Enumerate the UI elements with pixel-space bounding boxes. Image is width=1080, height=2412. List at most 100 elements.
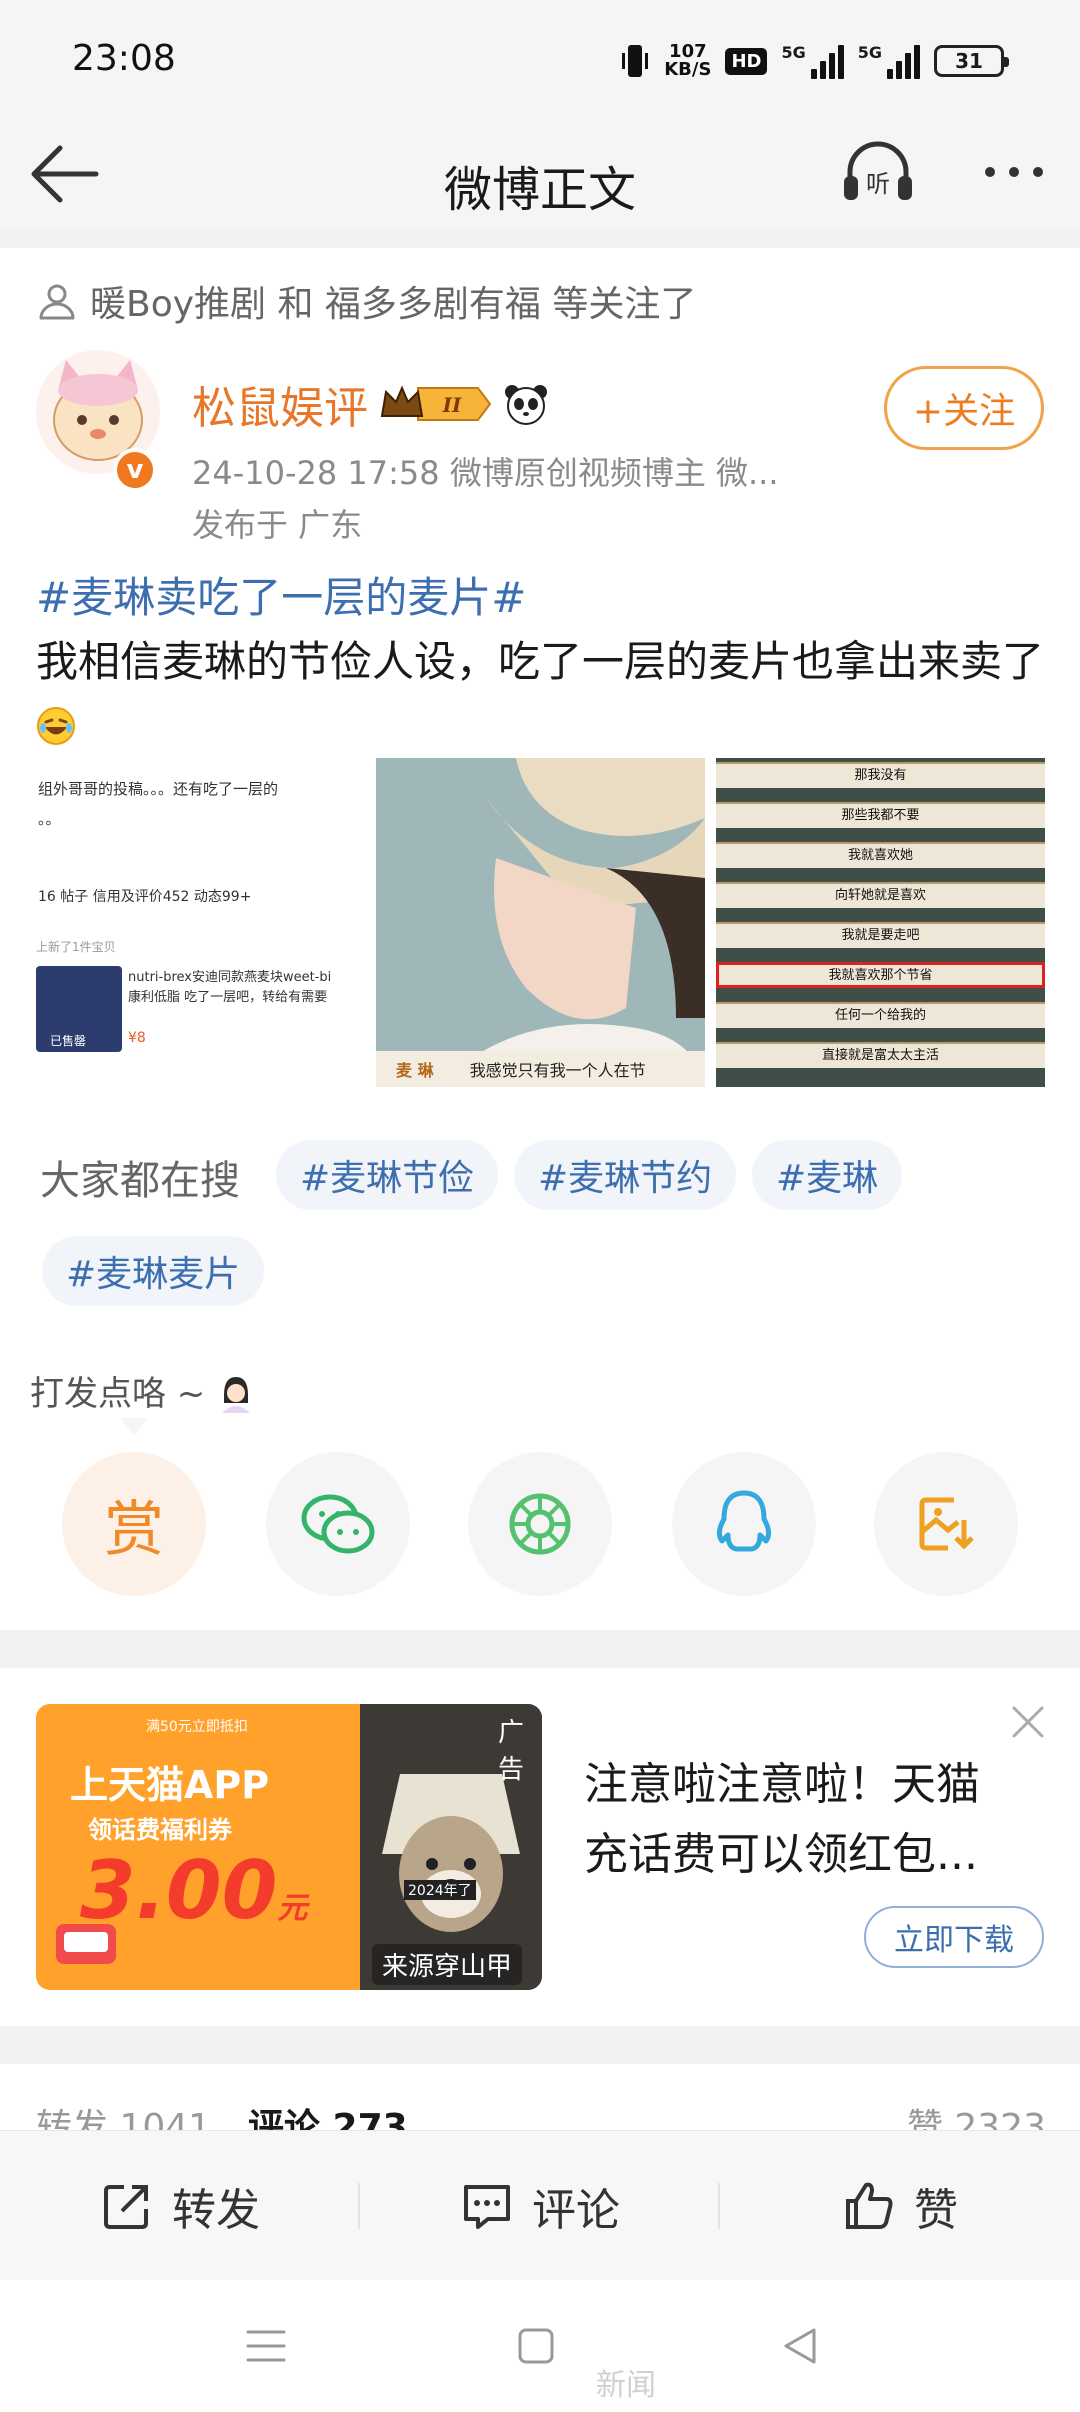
listen-headphones-icon[interactable]: 听 bbox=[838, 132, 918, 212]
svg-text:II: II bbox=[442, 393, 462, 417]
post-text: 我相信麦琳的节俭人设，吃了一层的麦片也拿出来卖了 bbox=[36, 637, 1045, 686]
ad-photo-caption: 2024年了 bbox=[404, 1880, 476, 1900]
girl-emoji-icon bbox=[222, 1377, 251, 1413]
repost-label: 转发 bbox=[172, 2185, 260, 2236]
person-icon bbox=[39, 284, 75, 320]
ad-source: 来源穿山甲 bbox=[372, 1944, 523, 1985]
signal-5g-icon: 5G bbox=[781, 43, 844, 79]
comment-label: 评论 bbox=[532, 2185, 620, 2236]
share-wechat-button[interactable] bbox=[266, 1452, 410, 1596]
ad-top-line: 满50元立即抵扣 bbox=[146, 1719, 248, 1735]
like-button[interactable]: 赞 bbox=[720, 2131, 1080, 2281]
watermark: 新闻 bbox=[596, 2368, 656, 2403]
image-1-stats: 16 帖子 信用及评价452 动态99+ bbox=[38, 889, 252, 905]
search-tag[interactable]: #麦琳麦片 bbox=[42, 1236, 265, 1306]
subtitle-row-highlighted: 我就喜欢那个节省 bbox=[716, 962, 1045, 988]
battery-icon: 31 bbox=[934, 45, 1009, 77]
download-button[interactable]: 立即下载 bbox=[864, 1906, 1044, 1968]
search-tag[interactable]: #麦琳节约 bbox=[514, 1140, 737, 1210]
image-1-new-item: 上新了1件宝贝 bbox=[36, 940, 116, 954]
image-2-speaker: 麦 琳 bbox=[396, 1061, 434, 1080]
svg-text:听: 听 bbox=[866, 170, 890, 198]
thumbs-up-icon bbox=[846, 2182, 893, 2229]
image-1-text-line-2: 。。 bbox=[38, 810, 61, 828]
ad-tag: 广告 bbox=[498, 1718, 525, 1785]
subtitle-row: 我就是要走吧 bbox=[716, 922, 1045, 948]
author-row: 松鼠娱评 II bbox=[192, 372, 550, 436]
share-row: 赏 bbox=[62, 1452, 1022, 1596]
woman-hat-photo bbox=[376, 758, 705, 1087]
post-image-2[interactable]: 麦 琳 我感觉只有我一个人在节 bbox=[376, 758, 705, 1087]
image-1-sold: 已售罄 bbox=[50, 1034, 87, 1048]
reward-label: 赏 bbox=[104, 1494, 164, 1565]
panda-icon bbox=[505, 385, 547, 425]
post-body: #麦琳卖吃了一层的麦片# 我相信麦琳的节俭人设，吃了一层的麦片也拿出来卖了 bbox=[36, 566, 1046, 758]
nav-bar: 微博正文 听 bbox=[0, 120, 1080, 228]
subtitle-row: 那我没有 bbox=[716, 762, 1045, 788]
tip-prompt: 打发点咯 ~ bbox=[30, 1366, 256, 1415]
author-name[interactable]: 松鼠娱评 bbox=[192, 372, 368, 436]
subtitle-row: 那些我都不要 bbox=[716, 802, 1045, 828]
comment-button[interactable]: 评论 bbox=[360, 2131, 720, 2281]
save-image-button[interactable] bbox=[874, 1452, 1018, 1596]
save-image-icon bbox=[919, 1497, 974, 1551]
page-title: 微博正文 bbox=[443, 162, 636, 218]
subtitle-row: 任何一个给我的 bbox=[716, 1002, 1045, 1028]
image-2-caption-bar: 麦 琳 我感觉只有我一个人在节 bbox=[376, 1051, 705, 1087]
moments-icon bbox=[509, 1493, 571, 1555]
like-label: 赞 bbox=[914, 2185, 958, 2236]
post-meta: 24-10-28 17:58 微博原创视频博主 微... bbox=[192, 454, 779, 492]
section-divider bbox=[0, 1630, 1080, 1668]
share-moments-button[interactable] bbox=[468, 1452, 612, 1596]
status-bar: 23:08 107 KB/S HD 5G 5G 31 bbox=[0, 0, 1080, 120]
image-1-product: nutri-brex安迪同款燕麦块weet-bi bbox=[128, 970, 332, 985]
verified-badge: v bbox=[113, 448, 157, 492]
battery-level: 31 bbox=[955, 49, 983, 73]
section-divider bbox=[0, 2026, 1080, 2064]
trending-search-label: 大家都在搜 bbox=[40, 1158, 240, 1204]
signal-5g-icon-2: 5G bbox=[858, 43, 920, 79]
repost-button[interactable]: 转发 bbox=[0, 2131, 360, 2281]
crown-rank-icon: II bbox=[380, 385, 492, 421]
reward-button[interactable]: 赏 bbox=[62, 1452, 206, 1596]
home-icon[interactable] bbox=[506, 2316, 566, 2376]
share-qq-button[interactable] bbox=[672, 1452, 816, 1596]
close-icon[interactable] bbox=[1008, 1702, 1048, 1742]
more-options-icon[interactable] bbox=[974, 132, 1054, 212]
ad-text[interactable]: 注意啦注意啦！天猫充话费可以领红包... bbox=[584, 1750, 1004, 1890]
subtitle-row: 直接就是富太太主活 bbox=[716, 1042, 1045, 1068]
action-bar: 转发 评论 赞 bbox=[0, 2130, 1080, 2280]
qq-icon bbox=[716, 1490, 772, 1552]
network-speed: 107 KB/S bbox=[664, 41, 712, 80]
image-1-price: ¥8 bbox=[128, 1030, 146, 1046]
post-location: 发布于 广东 bbox=[192, 506, 363, 544]
vibrate-icon bbox=[622, 45, 649, 77]
followed-by-text[interactable]: 暖Boy推剧 和 福多多剧有福 等关注了 bbox=[90, 275, 696, 327]
ad-title: 上天猫APP bbox=[70, 1763, 270, 1807]
post-image-1[interactable]: 组外哥哥的投稿。。。还有吃了一层的 。。 16 帖子 信用及评价452 动态99… bbox=[36, 758, 365, 1087]
ad-subtitle: 领话费福利券 bbox=[88, 1816, 232, 1844]
back-triangle-icon[interactable] bbox=[770, 2316, 830, 2376]
status-time: 23:08 bbox=[72, 38, 176, 79]
wechat-icon bbox=[301, 1494, 375, 1554]
repost-icon bbox=[104, 2185, 148, 2229]
search-tag[interactable]: #麦琳节俭 bbox=[276, 1140, 499, 1210]
follow-button[interactable]: +关注 bbox=[884, 366, 1044, 450]
hd-icon: HD bbox=[725, 47, 768, 75]
section-divider bbox=[0, 228, 1080, 248]
comment-icon bbox=[464, 2185, 510, 2229]
subtitle-row: 我就喜欢她 bbox=[716, 842, 1045, 868]
laughing-emoji-icon bbox=[37, 707, 75, 745]
ad-image[interactable]: 满50元立即抵扣 上天猫APP 领话费福利券 3.00元 2024年了 广告 来… bbox=[36, 1704, 542, 1990]
search-tag[interactable]: #麦琳 bbox=[752, 1140, 903, 1210]
image-1-text-line-1: 组外哥哥的投稿。。。还有吃了一层的 bbox=[38, 780, 279, 798]
post-hashtag[interactable]: #麦琳卖吃了一层的麦片# bbox=[36, 566, 1046, 630]
menu-icon[interactable] bbox=[236, 2316, 296, 2376]
subtitle-row: 向轩她就是喜欢 bbox=[716, 882, 1045, 908]
image-1-product-2: 康利低脂 吃了一层吧，转给有需要 bbox=[128, 990, 328, 1005]
tip-pointer bbox=[120, 1418, 148, 1436]
followed-by-line: 暖Boy推剧 和 福多多剧有福 等关注了 bbox=[36, 275, 696, 327]
post-image-3[interactable]: 那我没有 那些我都不要 我就喜欢她 向轩她就是喜欢 我就是要走吧 我就喜欢那个节… bbox=[716, 758, 1045, 1087]
status-icons: 107 KB/S HD 5G 5G 31 bbox=[620, 36, 1009, 86]
phone-hand-graphic bbox=[56, 1924, 116, 1964]
